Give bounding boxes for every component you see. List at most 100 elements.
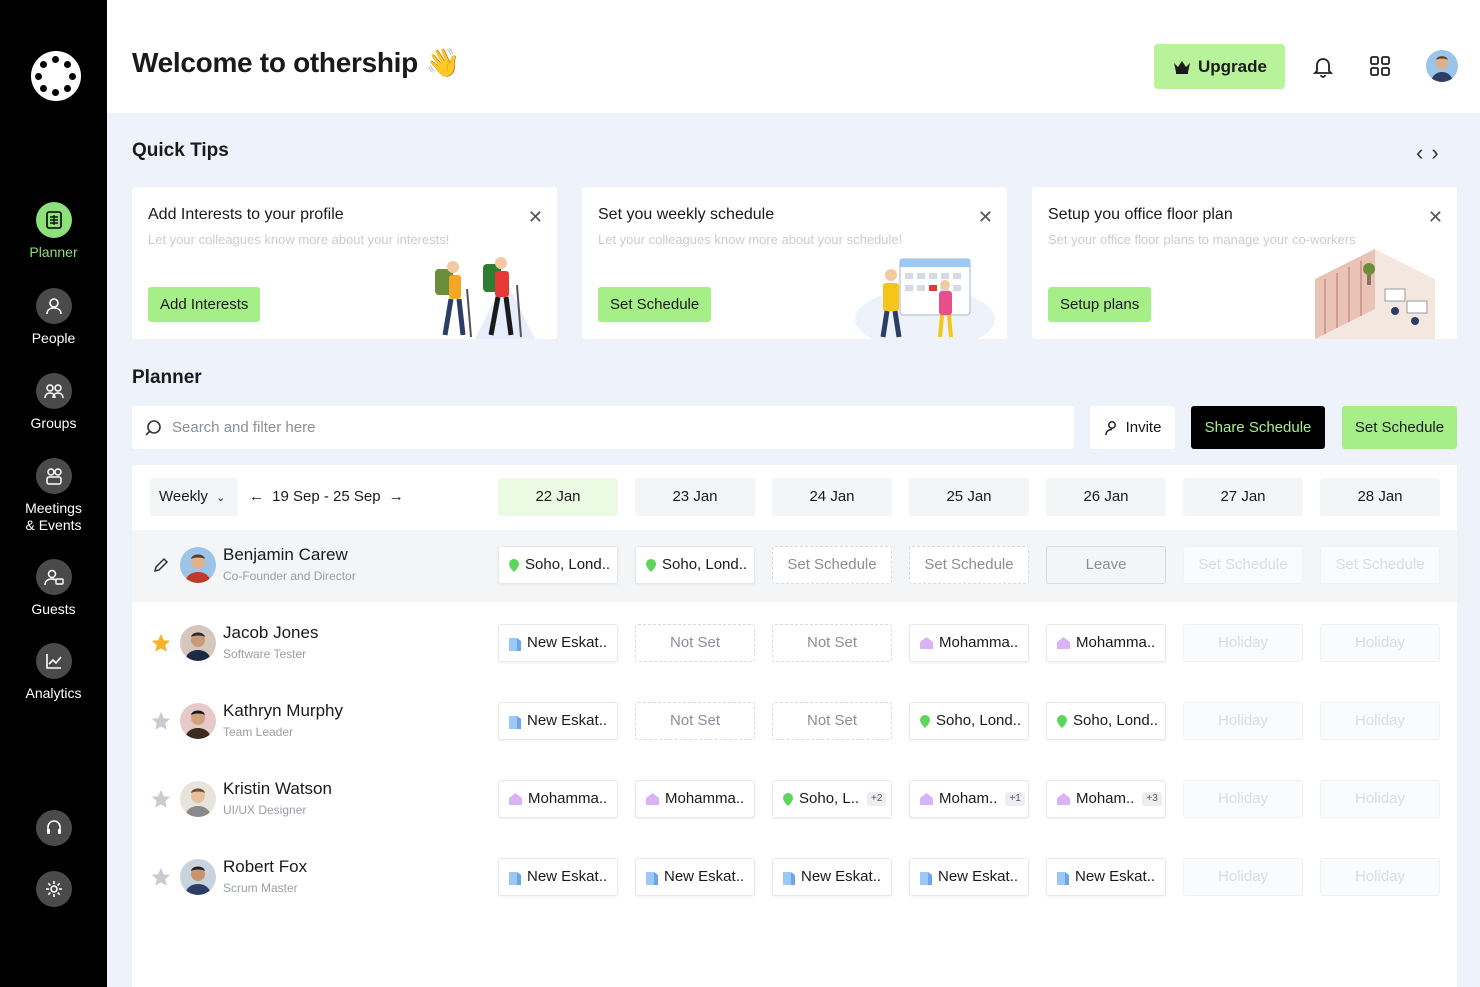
schedule-cell-location[interactable]: New Eskat.. xyxy=(635,858,755,896)
notifications-button[interactable] xyxy=(1309,52,1337,80)
location-label: Mohamma.. xyxy=(665,790,745,807)
person-role: Team Leader xyxy=(223,725,294,739)
close-icon[interactable]: ✕ xyxy=(978,207,993,228)
location-label: Soho, Lond.. xyxy=(525,556,611,573)
set-schedule-tip-button[interactable]: Set Schedule xyxy=(598,287,712,322)
star-filled-icon[interactable] xyxy=(150,632,172,654)
person-name[interactable]: Benjamin Carew xyxy=(223,545,348,565)
schedule-cell-location[interactable]: Mohamma.. xyxy=(1046,624,1166,662)
close-icon[interactable]: ✕ xyxy=(1428,207,1443,228)
support-button[interactable] xyxy=(0,810,107,852)
arrow-left-icon[interactable]: ← xyxy=(249,488,264,505)
share-schedule-button[interactable]: Share Schedule xyxy=(1191,406,1325,449)
person-icon xyxy=(35,288,72,324)
day-header[interactable]: 26 Jan xyxy=(1046,478,1166,516)
setup-plans-button[interactable]: Setup plans xyxy=(1048,287,1152,322)
sidebar-item-meetings[interactable]: Meetings & Events xyxy=(0,458,107,534)
star-icon[interactable] xyxy=(150,866,172,888)
sidebar-item-analytics[interactable]: Analytics xyxy=(0,643,107,702)
person-role: Co-Founder and Director xyxy=(223,569,356,583)
person-name[interactable]: Robert Fox xyxy=(223,857,307,877)
location-label: New Eskat.. xyxy=(527,868,608,885)
wave-emoji: 👋 xyxy=(425,47,461,78)
schedule-cell-location[interactable]: Soho, L.. +2 xyxy=(772,780,892,818)
location-label: New Eskat.. xyxy=(1075,868,1156,885)
schedule-cell-location[interactable]: Moham.. +3 xyxy=(1046,780,1166,818)
planner-icon xyxy=(35,202,72,238)
tip-title: Setup you office floor plan xyxy=(1048,206,1233,223)
search-input[interactable] xyxy=(172,419,1052,436)
star-icon[interactable] xyxy=(150,710,172,732)
user-avatar[interactable] xyxy=(1426,50,1458,82)
schedule-cell-location[interactable]: New Eskat.. xyxy=(1046,858,1166,896)
building-icon xyxy=(1057,871,1069,885)
sidebar-item-people[interactable]: People xyxy=(0,288,107,347)
day-header[interactable]: 27 Jan xyxy=(1183,478,1303,516)
schedule-cell-location[interactable]: New Eskat.. xyxy=(498,858,618,896)
chevron-right-icon[interactable]: › xyxy=(1431,140,1446,165)
schedule-cell-location[interactable]: New Eskat.. xyxy=(498,702,618,740)
star-icon[interactable] xyxy=(150,788,172,810)
day-header[interactable]: 24 Jan xyxy=(772,478,892,516)
sidebar-item-groups[interactable]: Groups xyxy=(0,373,107,432)
schedule-cell-location[interactable]: New Eskat.. xyxy=(909,858,1029,896)
schedule-cell-location[interactable]: Mohamma.. xyxy=(909,624,1029,662)
location-label: New Eskat.. xyxy=(938,868,1019,885)
schedule-cell-location[interactable]: New Eskat.. xyxy=(498,624,618,662)
avatar[interactable] xyxy=(180,859,216,895)
table-row: Kristin Watson UI/UX Designer Mohamma.. Moh… xyxy=(132,764,1457,836)
location-label: New Eskat.. xyxy=(664,868,745,885)
upgrade-button[interactable]: Upgrade xyxy=(1154,44,1285,89)
day-header[interactable]: 28 Jan xyxy=(1320,478,1440,516)
arrow-right-icon[interactable]: → xyxy=(389,488,404,505)
schedule-cell-location[interactable]: Soho, Lond.. xyxy=(498,546,618,584)
schedule-cell-location[interactable]: Soho, Lond.. xyxy=(1046,702,1166,740)
person-name[interactable]: Kathryn Murphy xyxy=(223,701,343,721)
othership-logo[interactable] xyxy=(31,51,81,101)
quick-tips-title: Quick Tips xyxy=(132,140,229,161)
avatar[interactable] xyxy=(180,781,216,817)
guests-icon xyxy=(35,559,72,595)
sidebar-item-planner[interactable]: Planner xyxy=(0,202,107,261)
schedule-cell-location[interactable]: Mohamma.. xyxy=(498,780,618,818)
avatar[interactable] xyxy=(180,703,216,739)
schedule-cell-dash[interactable]: Not Set xyxy=(772,702,892,740)
schedule-cell-location[interactable]: Moham.. +1 xyxy=(909,780,1029,818)
schedule-cell-faded: Holiday xyxy=(1183,624,1303,662)
schedule-cell-leave[interactable]: Leave xyxy=(1046,546,1166,584)
meetings-icon xyxy=(35,458,72,494)
view-select[interactable]: Weekly ⌄ xyxy=(150,478,238,516)
schedule-cell-faded: Holiday xyxy=(1320,624,1440,662)
schedule-cell-location[interactable]: New Eskat.. xyxy=(772,858,892,896)
settings-button[interactable] xyxy=(0,871,107,913)
search-icon xyxy=(145,419,161,436)
edit-icon[interactable] xyxy=(150,554,172,576)
building-icon xyxy=(509,715,521,729)
set-schedule-button[interactable]: Set Schedule xyxy=(1342,406,1457,449)
add-interests-button[interactable]: Add Interests xyxy=(148,287,261,322)
chevron-left-icon[interactable]: ‹ xyxy=(1416,140,1431,165)
schedule-cell-dash[interactable]: Not Set xyxy=(635,702,755,740)
apps-button[interactable] xyxy=(1366,52,1394,80)
extra-count-badge: +1 xyxy=(1005,792,1025,806)
person-name[interactable]: Kristin Watson xyxy=(223,779,332,799)
person-name[interactable]: Jacob Jones xyxy=(223,623,318,643)
schedule-cell-location[interactable]: Soho, Lond.. xyxy=(909,702,1029,740)
house-icon xyxy=(1057,793,1070,805)
day-header[interactable]: 23 Jan xyxy=(635,478,755,516)
avatar[interactable] xyxy=(180,625,216,661)
person-role: UI/UX Designer xyxy=(223,803,307,817)
invite-button[interactable]: Invite xyxy=(1090,406,1175,449)
day-header[interactable]: 22 Jan xyxy=(498,478,618,516)
schedule-cell-location[interactable]: Soho, Lond.. xyxy=(635,546,755,584)
sidebar-item-guests[interactable]: Guests xyxy=(0,559,107,618)
building-icon xyxy=(646,871,658,885)
avatar[interactable] xyxy=(180,547,216,583)
close-icon[interactable]: ✕ xyxy=(528,207,543,228)
schedule-cell-dash[interactable]: Not Set xyxy=(635,624,755,662)
schedule-cell-dash[interactable]: Set Schedule xyxy=(909,546,1029,584)
schedule-cell-dash[interactable]: Not Set xyxy=(772,624,892,662)
schedule-cell-dash[interactable]: Set Schedule xyxy=(772,546,892,584)
schedule-cell-location[interactable]: Mohamma.. xyxy=(635,780,755,818)
day-header[interactable]: 25 Jan xyxy=(909,478,1029,516)
